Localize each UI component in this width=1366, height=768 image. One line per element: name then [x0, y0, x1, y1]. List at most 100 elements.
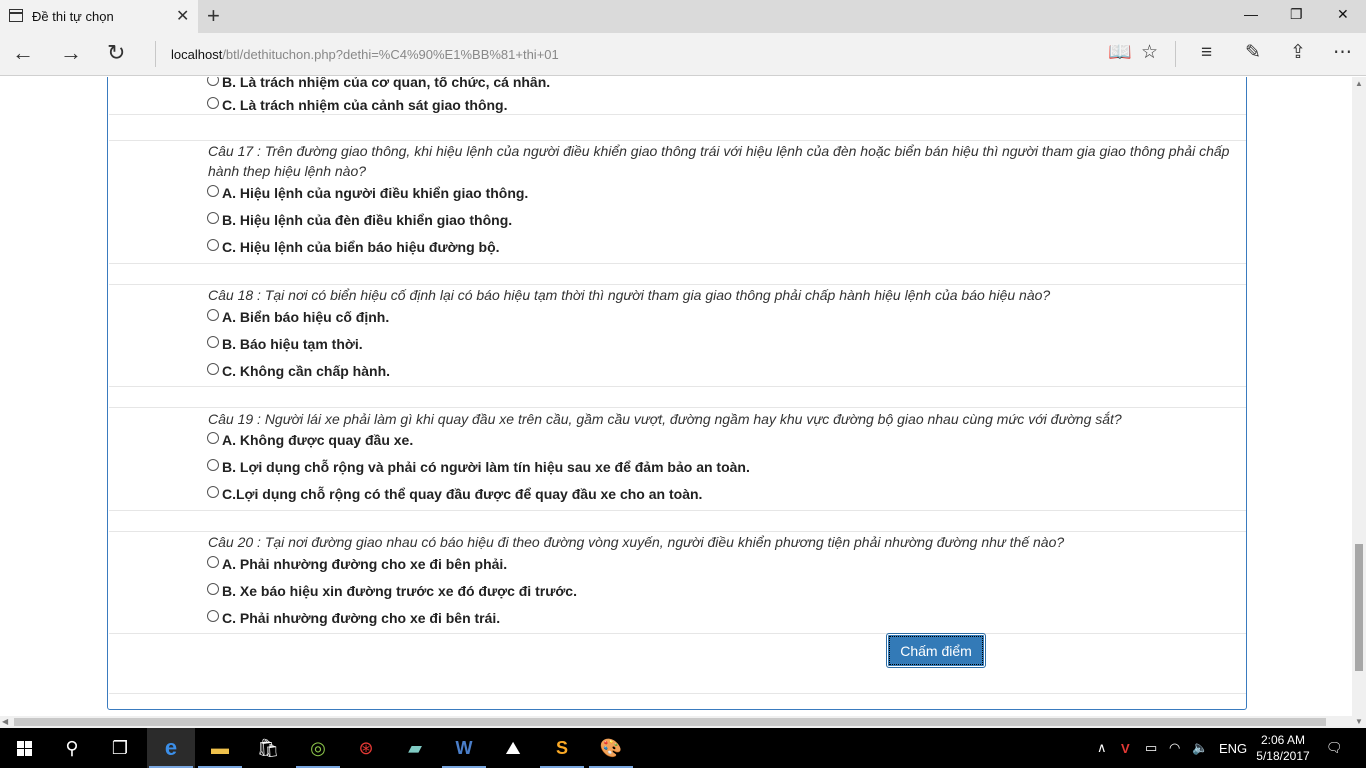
option-label: C.Lợi dụng chỗ rộng có thể quay đầu được…	[222, 486, 703, 502]
chevron-up-icon[interactable]: ∧	[1097, 728, 1107, 768]
radio-button[interactable]	[207, 458, 219, 471]
option-label: C. Là trách nhiệm của cảnh sát giao thôn…	[222, 97, 508, 113]
answer-option[interactable]: A. Biển báo hiệu cố định.	[207, 307, 389, 327]
browser-tab[interactable]: Đề thi tự chọn ✕	[0, 0, 198, 33]
option-label: B. Lợi dụng chỗ rộng và phải có người là…	[222, 459, 750, 475]
option-label: A. Biển báo hiệu cố định.	[222, 309, 390, 325]
question-text: Câu 17 : Trên đường giao thông, khi hiệu…	[208, 143, 1230, 179]
share-icon[interactable]: ⇪	[1290, 42, 1306, 64]
close-icon[interactable]: ✕	[176, 6, 189, 26]
file-explorer-icon[interactable]: ▬	[196, 728, 244, 768]
sublime-icon[interactable]: S	[538, 728, 586, 768]
notification-icon[interactable]: 🗨	[1326, 728, 1343, 768]
taskbar: ⚲ ❐ e ▬ 🛍 ◎ ⊛ ▰ W ⛰ S 🎨 ∧ V ▭ ◠ 🔈 ENG 2:…	[0, 728, 1366, 768]
restore-icon[interactable]: ❐	[1290, 6, 1303, 23]
refresh-icon[interactable]: ↻	[107, 41, 125, 65]
word-icon[interactable]: W	[440, 728, 488, 768]
task-view-icon[interactable]: ❐	[96, 728, 144, 768]
radio-button[interactable]	[207, 431, 219, 444]
answer-option[interactable]: A. Hiệu lệnh của người điều khiển giao t…	[207, 183, 528, 203]
radio-button[interactable]	[207, 335, 219, 348]
scroll-left-icon[interactable]: ◀	[2, 716, 8, 728]
search-icon[interactable]: ⚲	[48, 728, 96, 768]
clock[interactable]: 2:06 AM 5/18/2017	[1248, 732, 1318, 764]
answer-option[interactable]: C.Lợi dụng chỗ rộng có thể quay đầu được…	[207, 484, 702, 504]
answer-option[interactable]: C. Hiệu lệnh của biển báo hiệu đường bộ.	[207, 237, 500, 257]
radio-button[interactable]	[207, 308, 219, 321]
option-label: A. Phải nhường đường cho xe đi bên phải.	[222, 556, 508, 572]
store-icon[interactable]: 🛍	[244, 728, 292, 768]
page-icon	[9, 9, 23, 22]
address-divider	[155, 41, 156, 67]
language-indicator[interactable]: ENG	[1219, 728, 1247, 768]
address-bar[interactable]: localhost/btl/dethituchon.php?dethi=%C4%…	[171, 47, 559, 62]
answer-option[interactable]: A. Phải nhường đường cho xe đi bên phải.	[207, 554, 507, 574]
radio-button[interactable]	[207, 238, 219, 251]
reading-view-icon[interactable]: 📖	[1108, 42, 1132, 64]
option-label: B. Báo hiệu tạm thời.	[222, 336, 363, 352]
vertical-scrollbar[interactable]: ▲	[1352, 77, 1366, 716]
navigation-bar: ← → ↻ localhost/btl/dethituchon.php?deth…	[0, 33, 1366, 76]
app-icon[interactable]: ▰	[391, 728, 439, 768]
answer-option[interactable]: B. Là trách nhiệm của cơ quan, tổ chức, …	[207, 77, 550, 92]
submit-area: Chấm điểm	[109, 633, 1246, 694]
clock-date: 5/18/2017	[1256, 749, 1310, 763]
question-text: Câu 19 : Người lái xe phải làm gì khi qu…	[208, 411, 1122, 427]
scroll-down-icon[interactable]: ▼	[1352, 716, 1366, 728]
app-tray-icon[interactable]: V	[1121, 728, 1130, 768]
more-icon[interactable]: ⋯	[1333, 42, 1352, 64]
network-icon[interactable]: ◠	[1169, 728, 1180, 768]
option-label: A. Hiệu lệnh của người điều khiển giao t…	[222, 185, 529, 201]
close-window-icon[interactable]: ✕	[1337, 6, 1349, 23]
vertical-scroll-thumb[interactable]	[1355, 544, 1363, 671]
question-block: Câu 19 : Người lái xe phải làm gì khi qu…	[109, 407, 1246, 511]
answer-option[interactable]: A. Không được quay đầu xe.	[207, 430, 413, 450]
app-icon[interactable]: ⊛	[342, 728, 390, 768]
edge-icon[interactable]: e	[147, 728, 195, 768]
answer-option[interactable]: C. Không cần chấp hành.	[207, 361, 390, 381]
windows-start-icon[interactable]	[0, 728, 48, 768]
url-path: /btl/dethituchon.php?dethi=%C4%90%E1%BB%…	[222, 47, 559, 62]
radio-button[interactable]	[207, 362, 219, 375]
minimize-icon[interactable]: —	[1244, 6, 1258, 22]
radio-button[interactable]	[207, 96, 219, 109]
web-note-icon[interactable]: ✎	[1245, 42, 1261, 64]
grade-button[interactable]: Chấm điểm	[886, 633, 986, 668]
radio-button[interactable]	[207, 555, 219, 568]
app-icon[interactable]: ◎	[294, 728, 342, 768]
radio-button[interactable]	[207, 582, 219, 595]
radio-button[interactable]	[207, 211, 219, 224]
answer-option[interactable]: B. Lợi dụng chỗ rộng và phải có người là…	[207, 457, 750, 477]
url-host: localhost	[171, 47, 223, 62]
horizontal-scroll-thumb[interactable]	[14, 718, 1326, 726]
back-icon[interactable]: ←	[12, 41, 34, 65]
option-label: B. Xe báo hiệu xin đường trước xe đó đượ…	[222, 583, 577, 599]
favorite-star-icon[interactable]: ☆	[1141, 42, 1158, 64]
scroll-up-icon[interactable]: ▲	[1352, 77, 1366, 91]
paint-icon[interactable]: 🎨	[587, 728, 635, 768]
forward-icon[interactable]: →	[60, 41, 82, 65]
battery-icon[interactable]: ▭	[1145, 728, 1157, 768]
radio-button[interactable]	[207, 485, 219, 498]
question-block: B. Là trách nhiệm của cơ quan, tổ chức, …	[109, 77, 1246, 115]
volume-icon[interactable]: 🔈	[1192, 728, 1208, 768]
radio-button[interactable]	[207, 184, 219, 197]
option-label: C. Hiệu lệnh của biển báo hiệu đường bộ.	[222, 239, 500, 255]
answer-option[interactable]: C. Là trách nhiệm của cảnh sát giao thôn…	[207, 95, 508, 115]
question-block: Câu 18 : Tại nơi có biển hiệu cố định lạ…	[109, 284, 1246, 387]
hub-icon[interactable]: ≡	[1201, 42, 1212, 64]
answer-option[interactable]: B. Báo hiệu tạm thời.	[207, 334, 363, 354]
option-label: B. Hiệu lệnh của đèn điều khiển giao thô…	[222, 212, 513, 228]
question-text: Câu 20 : Tại nơi đường giao nhau có báo …	[208, 534, 1065, 550]
exam-container: B. Là trách nhiệm của cơ quan, tổ chức, …	[107, 77, 1247, 710]
photos-icon[interactable]: ⛰	[489, 728, 537, 768]
radio-button[interactable]	[207, 77, 219, 86]
clock-time: 2:06 AM	[1260, 733, 1306, 747]
plus-icon[interactable]: +	[207, 3, 220, 29]
tab-title: Đề thi tự chọn	[32, 9, 114, 24]
answer-option[interactable]: B. Xe báo hiệu xin đường trước xe đó đượ…	[207, 581, 577, 601]
answer-option[interactable]: C. Phải nhường đường cho xe đi bên trái.	[207, 608, 500, 628]
radio-button[interactable]	[207, 609, 219, 622]
answer-option[interactable]: B. Hiệu lệnh của đèn điều khiển giao thô…	[207, 210, 512, 230]
horizontal-scrollbar[interactable]: ◀	[0, 716, 1352, 728]
